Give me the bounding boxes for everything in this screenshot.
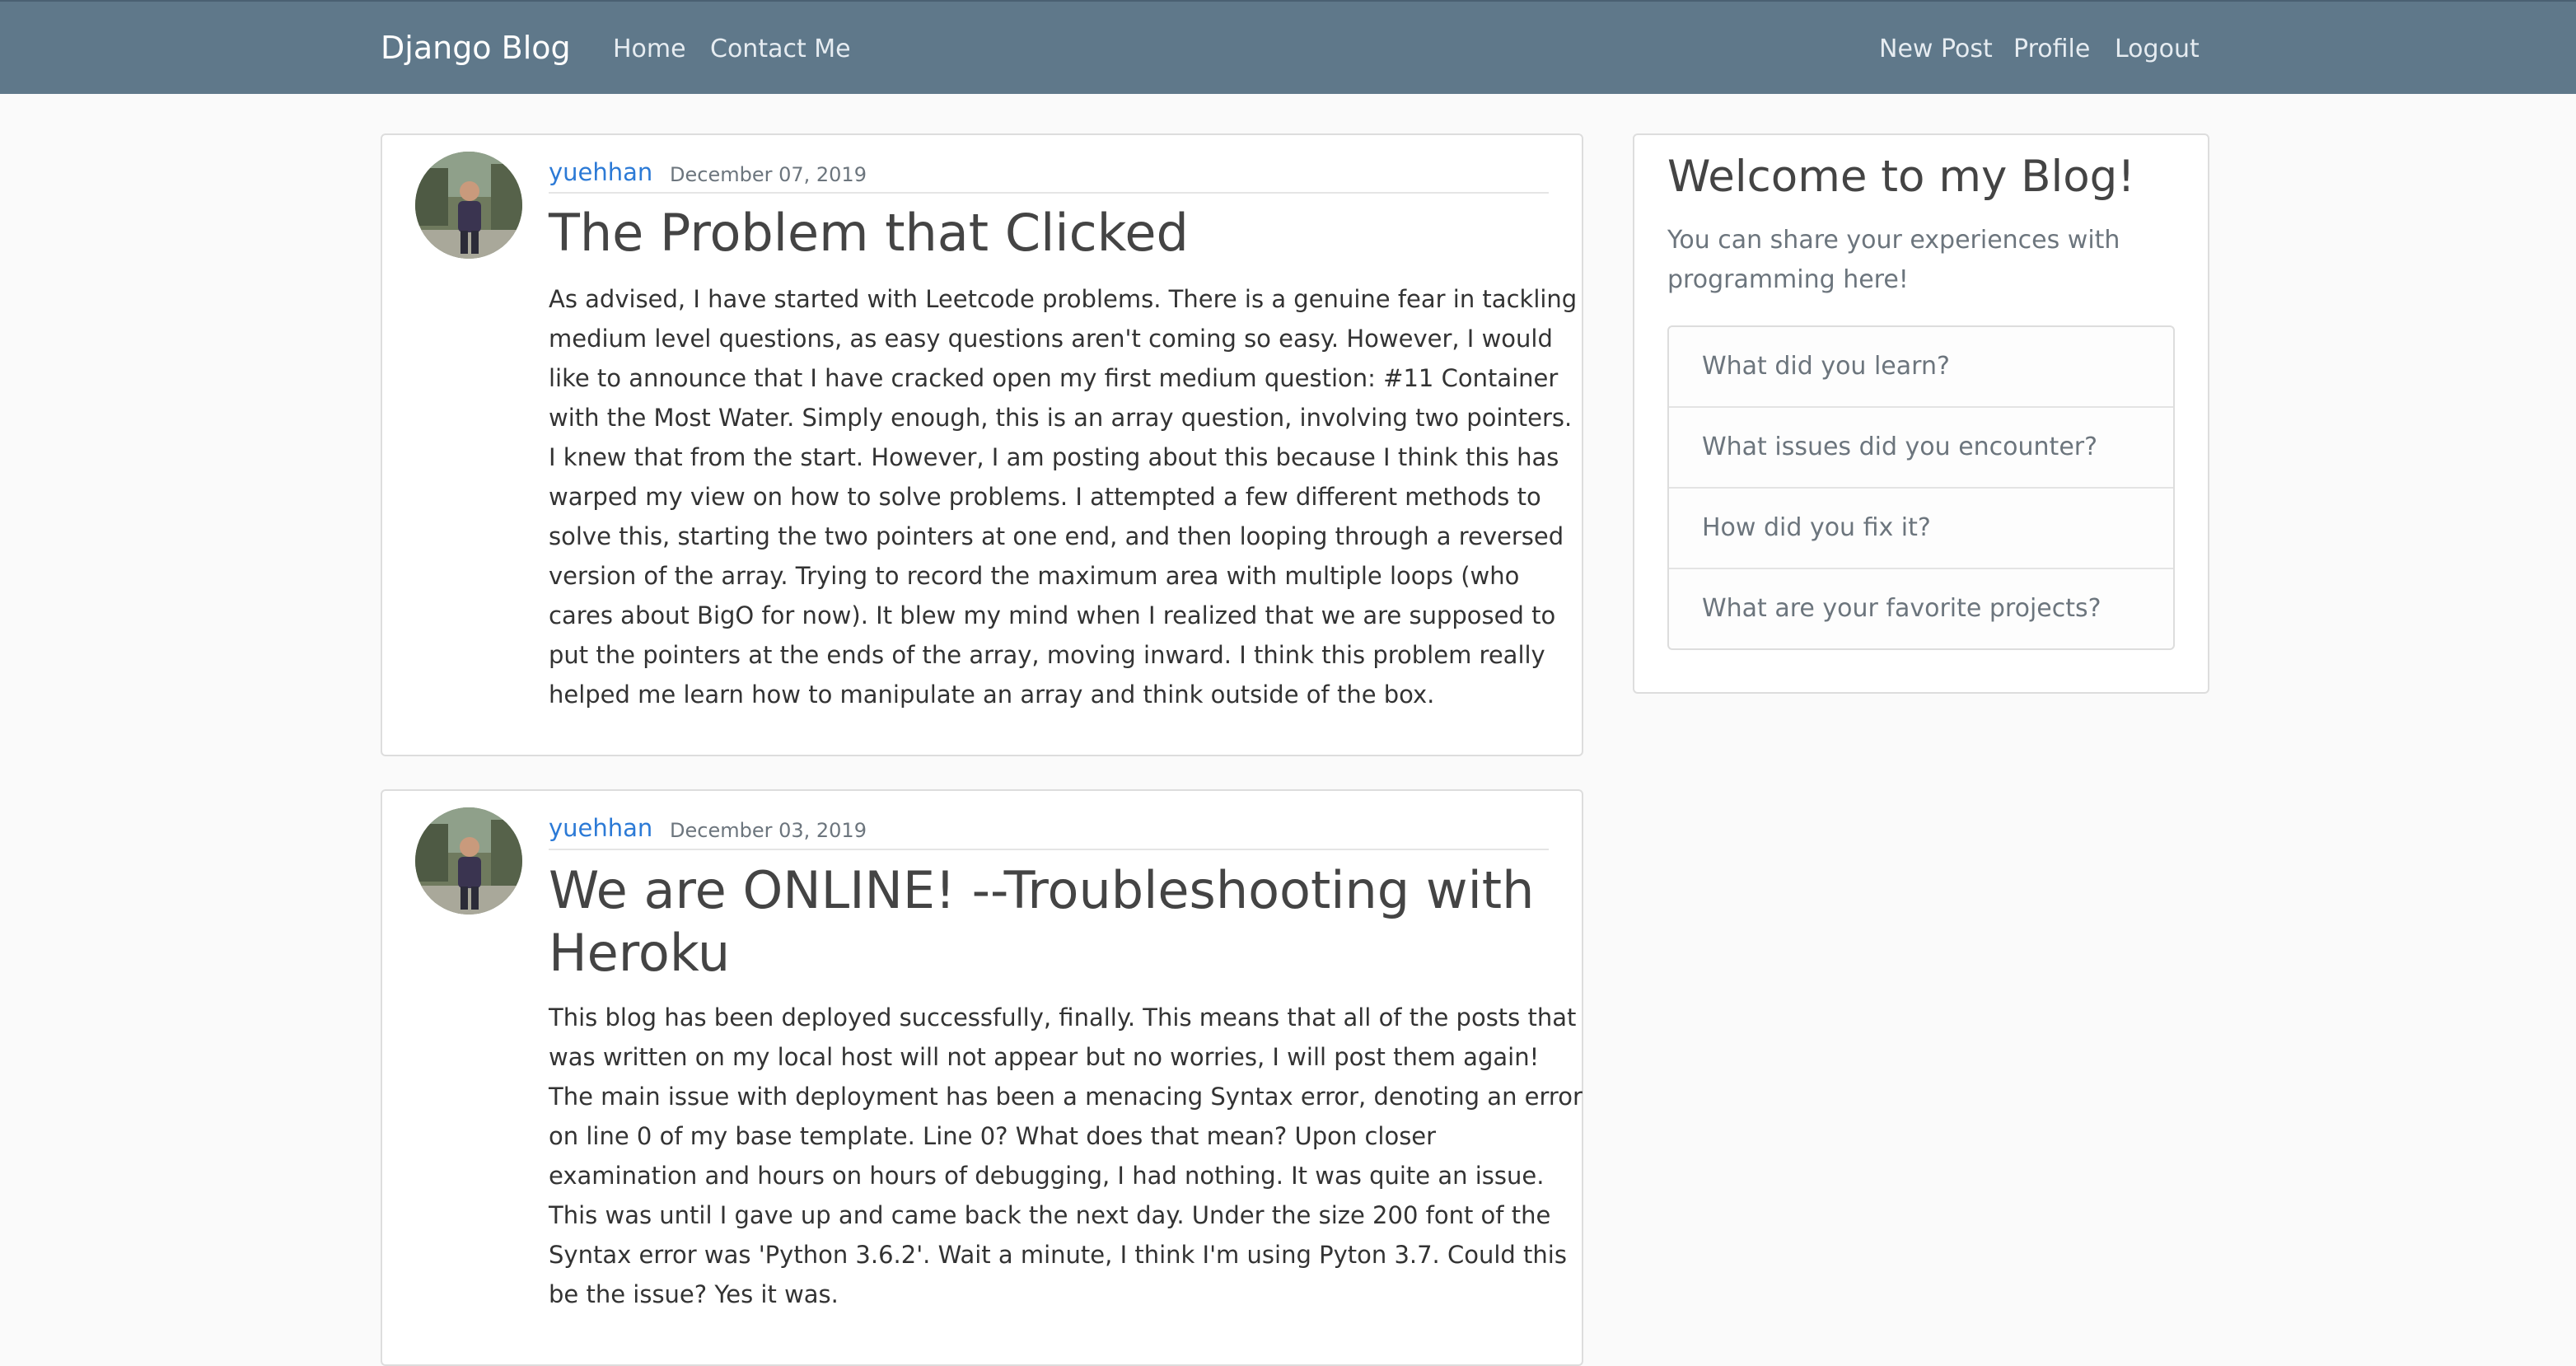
post-content: This blog has been deployed successfully…: [549, 1003, 1583, 1308]
post-date: December 03, 2019: [670, 819, 867, 842]
post-author-link[interactable]: yuehhan: [549, 814, 652, 842]
navbar: Django Blog Home Contact Me New Post Pro…: [0, 0, 2576, 94]
post-author-link[interactable]: yuehhan: [549, 158, 652, 186]
post-title-link[interactable]: The Problem that Clicked: [549, 202, 1189, 264]
author-avatar: [415, 152, 522, 259]
sidebar-item-learn[interactable]: What did you learn?: [1669, 327, 2173, 408]
sidebar-item-fix[interactable]: How did you fix it?: [1669, 489, 2173, 569]
nav-contact-link[interactable]: Contact Me: [710, 35, 851, 63]
post-title-link[interactable]: We are ONLINE! --Troubleshooting with He…: [549, 859, 1534, 985]
sidebar-item-projects[interactable]: What are your favorite projects?: [1669, 569, 2173, 648]
sidebar-item-issues[interactable]: What issues did you encounter?: [1669, 408, 2173, 489]
nav-logout-link[interactable]: Logout: [2115, 35, 2200, 63]
nav-profile-link[interactable]: Profile: [2013, 35, 2090, 63]
post-meta-divider: [549, 849, 1549, 850]
sidebar-heading: Welcome to my Blog!: [1667, 152, 2135, 202]
brand-link[interactable]: Django Blog: [381, 30, 571, 66]
post-date: December 07, 2019: [670, 163, 867, 186]
nav-new-post-link[interactable]: New Post: [1879, 35, 1993, 63]
sidebar-subtext: You can share your experiences with prog…: [1667, 226, 2120, 294]
post-meta-divider: [549, 192, 1549, 194]
sidebar-list: What did you learn? What issues did you …: [1667, 325, 2175, 650]
nav-home-link[interactable]: Home: [613, 35, 686, 63]
author-avatar: [415, 807, 522, 915]
post-content: As advised, I have started with Leetcode…: [549, 285, 1578, 709]
